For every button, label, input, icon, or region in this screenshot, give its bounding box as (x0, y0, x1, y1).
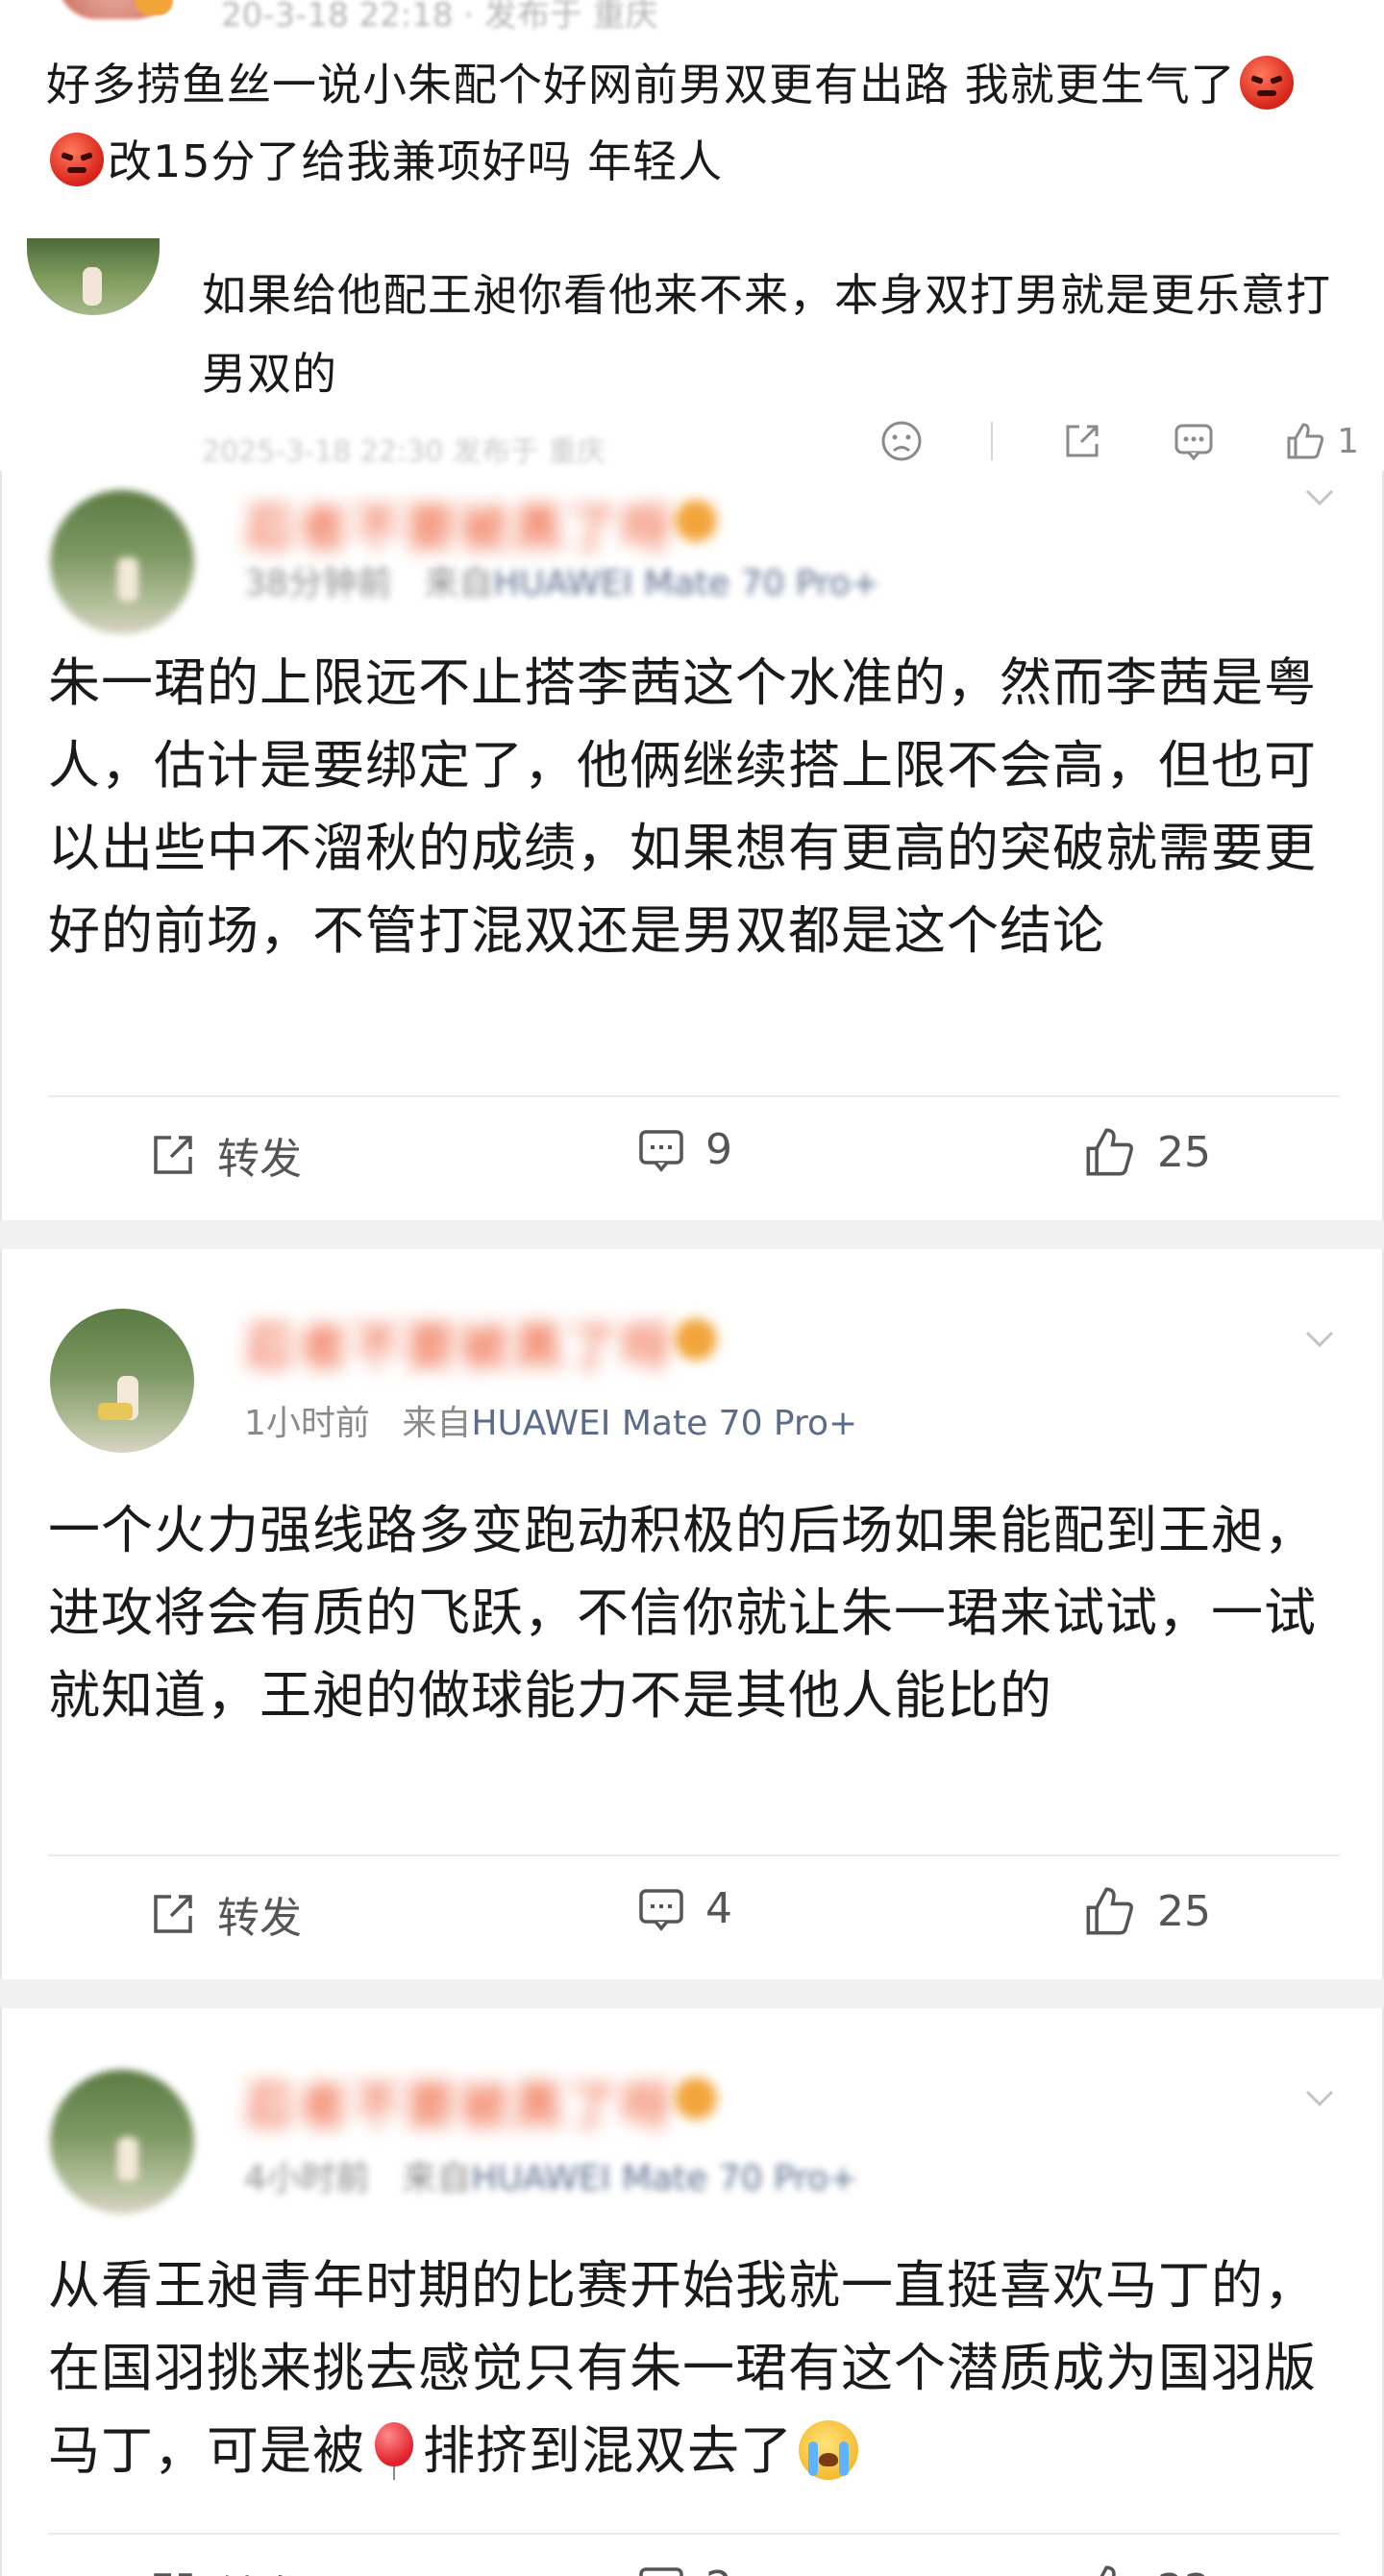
crying-face-emoji (799, 2420, 858, 2480)
comment-actions: 转发 4 25 (2, 1874, 1384, 1950)
chevron-down-icon[interactable] (1303, 2081, 1336, 2114)
comment-card: 忍者不要被黑了呀 4小时前 来自HUAWEI Mate 70 Pro+ 从看王昶… (0, 2008, 1384, 2576)
angry-face-emoji (50, 133, 104, 186)
like-button[interactable]: 22 (1082, 2562, 1211, 2576)
username[interactable]: 忍者不要被黑了呀 (244, 1307, 675, 1379)
comment-text-part2: 改15分了给我兼项好吗 年轻人 (108, 135, 724, 187)
divider (48, 1854, 1340, 1856)
like-count: 1 (1337, 421, 1359, 461)
like-icon (1086, 1887, 1133, 1935)
comment-text: 朱一珺的上限远不止搭李茜这个水准的，然而李茜是粤人，估计是要绑定了，他俩继续搭上… (48, 652, 1317, 961)
repost-icon (154, 2573, 192, 2576)
comment-text-part1: 好多捞鱼丝一说小朱配个好网前男双更有出路 我就更生气了 (46, 59, 1236, 110)
avatar[interactable] (27, 238, 160, 315)
divider (991, 422, 994, 460)
comment-text: 一个火力强线路多变跑动积极的后场如果能配到王昶，进攻将会有质的飞跃，不信你就让朱… (48, 1500, 1317, 1726)
vip-badge-icon (675, 500, 717, 542)
comment-icon (639, 2567, 683, 2576)
dislike-face-icon[interactable] (879, 419, 924, 463)
comment-button[interactable]: 4 (636, 1883, 732, 1933)
like-icon (1100, 2565, 1116, 2576)
comment-meta: 4小时前 来自HUAWEI Mate 70 Pro+ (244, 2150, 857, 2200)
comment-button[interactable]: 9 (636, 1124, 732, 1174)
comment-time: 1小时前 (244, 1404, 370, 1443)
vip-badge-icon (135, 0, 173, 15)
comment-card: 忍者不要被黑了呀 38分钟前 来自HUAWEI Mate 70 Pro+ 朱一珺… (0, 471, 1384, 1220)
comment-time: 4小时前 (244, 2159, 370, 2198)
like-button[interactable]: 25 (1082, 1883, 1211, 1939)
reply-text: 如果给他配王昶你看他来不来，本身双打男就是更乐意打男双的 (202, 269, 1331, 400)
top-comment: 20-3-18 22:18 · 发布于 重庆 好多捞鱼丝一说小朱配个好网前男双更… (0, 0, 1384, 471)
comment-icon (639, 1130, 683, 1172)
comment-time: 38分钟前 (244, 564, 392, 603)
reply-actions: 1 (879, 419, 1359, 463)
comment-card: 忍者不要被黑了呀 1小时前 来自HUAWEI Mate 70 Pro+ 一个火力… (0, 1249, 1384, 1979)
avatar[interactable] (50, 1309, 194, 1453)
source-device: HUAWEI Mate 70 Pro+ (471, 2159, 858, 2198)
avatar[interactable] (50, 2070, 194, 2214)
like-count: 25 (1157, 1127, 1211, 1177)
repost-label: 转发 (217, 1894, 302, 1943)
reply-meta: 2025-3-18 22:30 发布于 重庆 (202, 435, 606, 469)
repost-label: 转发 (217, 1135, 302, 1184)
source-device: HUAWEI Mate 70 Pro+ (471, 1404, 858, 1443)
like-count: 25 (1157, 1886, 1211, 1936)
like-count: 22 (1157, 2565, 1211, 2576)
comment-text: 好多捞鱼丝一说小朱配个好网前男双更有出路 我就更生气了改15分了给我兼项好吗 年… (46, 46, 1334, 200)
repost-button[interactable]: 转发 (148, 1883, 302, 1945)
separator (0, 1220, 1384, 1249)
like-button[interactable]: 25 (1082, 1124, 1211, 1180)
comment-meta: 1小时前 来自HUAWEI Mate 70 Pro+ (244, 1395, 857, 1445)
comment-actions: 转发 9 25 (2, 1115, 1384, 1191)
comment-count: 2 (705, 2563, 732, 2576)
comment-count: 4 (705, 1883, 732, 1933)
chevron-down-icon[interactable] (1303, 1322, 1336, 1355)
repost-label: 转发 (217, 2562, 302, 2576)
comment-icon[interactable] (1172, 419, 1216, 463)
source-device: HUAWEI Mate 70 Pro+ (493, 564, 880, 603)
balloon-emoji (371, 2422, 417, 2480)
avatar[interactable] (50, 490, 194, 634)
comment-count: 9 (705, 1124, 732, 1174)
divider (48, 1095, 1340, 1097)
vip-badge-icon (675, 2077, 717, 2120)
divider (48, 2533, 1340, 2535)
username[interactable]: 忍者不要被黑了呀 (244, 488, 675, 560)
comment-actions: 转发 2 22 (2, 2552, 1384, 2576)
vip-badge-icon (675, 1318, 717, 1361)
repost-button[interactable]: 转发 (148, 1124, 302, 1186)
username[interactable]: 忍者不要被黑了呀 (244, 2066, 675, 2138)
comment-button[interactable]: 2 (636, 2562, 732, 2576)
reply-item: 如果给他配王昶你看他来不来，本身双打男就是更乐意打男双的 2025-3-18 2… (0, 231, 1384, 471)
repost-icon (154, 1136, 192, 1174)
comment-icon (639, 1889, 683, 1931)
like-icon[interactable] (1283, 419, 1327, 463)
like-icon (1086, 1128, 1133, 1176)
source-prefix: 来自 (424, 564, 494, 603)
comment-text-part2: 排挤到混双去了 (423, 2420, 793, 2481)
comment-meta: 20-3-18 22:18 · 发布于 重庆 (221, 0, 658, 35)
angry-face-emoji (1239, 56, 1294, 110)
repost-button[interactable]: 转发 (148, 2562, 302, 2576)
chevron-down-icon[interactable] (1303, 480, 1336, 513)
separator (0, 1979, 1384, 2008)
source-prefix: 来自 (402, 2159, 472, 2198)
comment-meta: 38分钟前 来自HUAWEI Mate 70 Pro+ (244, 555, 879, 605)
share-icon[interactable] (1060, 419, 1104, 463)
repost-icon (154, 1895, 192, 1933)
source-prefix: 来自 (402, 1404, 472, 1443)
comment-text: 从看王昶青年时期的比赛开始我就一直挺喜欢马丁的，在国羽挑来挑去感觉只有朱一珺有这… (48, 2245, 1346, 2492)
